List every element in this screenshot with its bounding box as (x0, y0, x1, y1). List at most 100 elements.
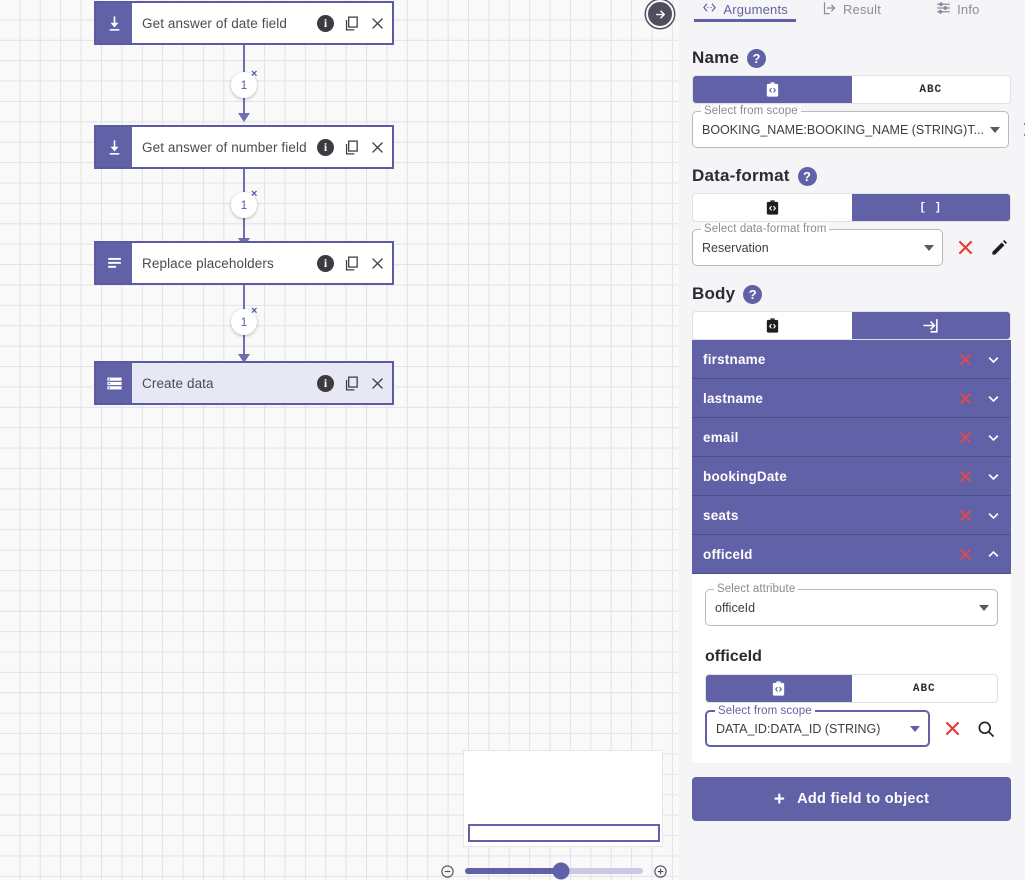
body-field-name: bookingDate (703, 468, 787, 484)
copy-icon[interactable] (343, 375, 360, 392)
minimap-viewport[interactable] (468, 824, 660, 842)
flow-node[interactable]: Get answer of number field i (94, 125, 394, 169)
copy-icon[interactable] (343, 255, 360, 272)
dataformat-section: Data-format ? [ ] Select data-format fro… (692, 166, 1011, 266)
name-heading-label: Name (692, 48, 740, 67)
select-from-scope-name-label: Select from scope (701, 105, 801, 117)
body-field-row[interactable]: bookingDate (692, 457, 1011, 496)
select-data-format-from[interactable]: Select data-format from Reservation (692, 223, 943, 266)
edge-remove-icon-3[interactable]: × (251, 306, 257, 317)
clear-x-icon[interactable] (953, 236, 977, 260)
clear-x-icon[interactable] (957, 390, 974, 407)
clear-x-icon[interactable] (940, 717, 964, 741)
toggle-clipboard-code-icon[interactable] (693, 312, 852, 339)
close-icon[interactable] (369, 375, 386, 392)
body-type-toggle[interactable] (692, 311, 1011, 340)
select-data-format-label: Select data-format from (701, 223, 830, 235)
chevron-down-icon[interactable] (986, 391, 1001, 406)
clear-x-icon[interactable] (957, 507, 974, 524)
chevron-down-icon[interactable] (910, 725, 920, 732)
body-field-row[interactable]: email (692, 418, 1011, 457)
chevron-down-icon[interactable] (989, 126, 1000, 133)
zoom-out-icon[interactable] (440, 864, 455, 879)
node-title: Get answer of date field (142, 15, 287, 31)
dataformat-type-toggle[interactable]: [ ] (692, 193, 1011, 222)
body-heading-label: Body (692, 284, 736, 303)
attribute-scope-row: Select from scope DATA_ID:DATA_ID (STRIN… (705, 703, 998, 747)
copy-icon[interactable] (343, 15, 360, 32)
info-icon[interactable]: i (317, 14, 334, 32)
body-field-row[interactable]: lastname (692, 379, 1011, 418)
info-sliders-icon (936, 1, 951, 18)
info-icon[interactable]: i (317, 374, 334, 392)
attribute-title: officeId (705, 648, 762, 665)
chevron-down-icon[interactable] (986, 352, 1001, 367)
tab-arguments[interactable]: Arguments (692, 0, 798, 22)
flow-node[interactable]: Get answer of date field i (94, 1, 394, 45)
edge-remove-icon-1[interactable]: × (251, 69, 257, 80)
flow-node[interactable]: Replace placeholders i (94, 241, 394, 285)
zoom-slider[interactable] (465, 862, 643, 880)
toggle-abc-icon[interactable]: ABC (852, 76, 1011, 103)
add-field-to-object-button[interactable]: + Add field to object (692, 777, 1011, 821)
dataformat-heading-label: Data-format (692, 166, 790, 185)
clear-x-icon[interactable] (957, 351, 974, 368)
toggle-input-arrow-icon[interactable] (851, 312, 1010, 339)
zoom-in-icon[interactable] (653, 864, 668, 879)
clear-x-icon[interactable] (957, 546, 974, 563)
download-icon (96, 127, 132, 167)
minimap[interactable] (463, 750, 663, 847)
toggle-abc-icon[interactable]: ABC (852, 675, 998, 702)
tab-info-label: Info (957, 1, 980, 17)
toggle-clipboard-code-icon[interactable] (693, 76, 852, 103)
edit-pencil-icon[interactable] (987, 236, 1011, 260)
chevron-up-icon[interactable] (986, 547, 1001, 562)
select-from-scope-name-value: BOOKING_NAME:BOOKING_NAME (STRING)T... (702, 122, 984, 137)
node-actions: i (317, 14, 386, 32)
arguments-code-icon (702, 1, 717, 17)
flow-node-selected[interactable]: Create data i (94, 361, 394, 405)
select-from-scope-name[interactable]: Select from scope BOOKING_NAME:BOOKING_N… (692, 105, 1009, 148)
toggle-array-brackets-icon[interactable]: [ ] (851, 194, 1010, 221)
help-icon[interactable]: ? (797, 166, 817, 186)
close-icon[interactable] (369, 139, 386, 156)
body-field-row-expanded[interactable]: officeId (692, 535, 1011, 574)
close-icon[interactable] (369, 255, 386, 272)
attribute-type-toggle[interactable]: ABC (705, 674, 998, 703)
body-field-row[interactable]: seats (692, 496, 1011, 535)
close-icon[interactable] (369, 15, 386, 32)
search-icon[interactable] (974, 717, 998, 741)
edge-remove-icon-2[interactable]: × (251, 189, 257, 200)
chevron-down-icon[interactable] (986, 469, 1001, 484)
clear-x-icon[interactable] (1019, 118, 1025, 142)
name-scope-row: Select from scope BOOKING_NAME:BOOKING_N… (692, 104, 1025, 148)
info-icon[interactable]: i (317, 254, 334, 272)
select-from-scope-attribute[interactable]: Select from scope DATA_ID:DATA_ID (STRIN… (705, 705, 930, 747)
zoom-slider-knob[interactable] (552, 862, 570, 880)
help-icon[interactable]: ? (747, 48, 767, 68)
edge-badge-label: 1 (240, 198, 248, 212)
tab-result[interactable]: Result (798, 0, 904, 18)
toggle-clipboard-code-icon[interactable] (693, 194, 852, 221)
zoom-controls[interactable] (440, 862, 668, 880)
chevron-down-icon[interactable] (979, 604, 989, 611)
flow-canvas[interactable]: 1 × 1 × 1 × Get answer of date field i G… (0, 0, 678, 880)
text-lines-icon (96, 243, 132, 283)
toggle-clipboard-code-icon[interactable] (706, 675, 852, 702)
body-field-name: lastname (703, 390, 764, 406)
body-section-heading: Body ? (692, 284, 1011, 304)
pan-right-arrow-icon[interactable] (646, 0, 674, 28)
tab-arguments-label: Arguments (723, 1, 788, 17)
chevron-down-icon[interactable] (986, 508, 1001, 523)
chevron-down-icon[interactable] (986, 430, 1001, 445)
clear-x-icon[interactable] (957, 468, 974, 485)
select-attribute[interactable]: Select attribute officeId (705, 583, 998, 626)
help-icon[interactable]: ? (743, 284, 763, 304)
clear-x-icon[interactable] (957, 429, 974, 446)
copy-icon[interactable] (343, 139, 360, 156)
chevron-down-icon[interactable] (924, 244, 934, 251)
info-icon[interactable]: i (317, 138, 334, 156)
name-type-toggle[interactable]: ABC (692, 75, 1011, 104)
body-field-row[interactable]: firstname (692, 340, 1011, 379)
tab-info[interactable]: Info (905, 0, 1011, 18)
